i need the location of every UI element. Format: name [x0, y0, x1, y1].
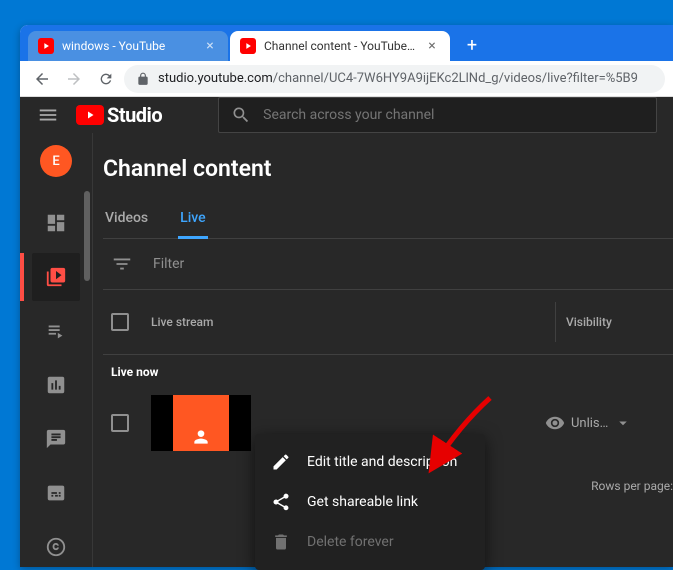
visibility-label: Unlis… — [571, 416, 608, 431]
section-live-now: Live now — [103, 355, 673, 389]
table-header: Live stream Visibility — [103, 289, 673, 355]
lock-icon — [136, 72, 150, 86]
back-button[interactable] — [28, 65, 56, 93]
sidebar-item-subtitles[interactable] — [32, 469, 80, 517]
column-stream[interactable]: Live stream — [151, 315, 565, 329]
content-tabs: Videos Live — [103, 204, 673, 239]
sidebar-item-dashboard[interactable] — [32, 199, 80, 247]
menu-label: Get shareable link — [307, 494, 418, 510]
menu-label: Edit title and description — [307, 454, 457, 470]
logo[interactable]: Studio — [76, 103, 162, 127]
address-bar: studio.youtube.com/channel/UC4-7W6HY9A9i… — [20, 61, 673, 97]
tab-videos[interactable]: Videos — [103, 204, 150, 238]
rows-per-page-label: Rows per page: — [591, 479, 673, 493]
filter-row[interactable]: Filter — [103, 239, 673, 289]
sidebar-item-analytics[interactable] — [32, 361, 80, 409]
browser-tab[interactable]: windows - YouTube × — [28, 31, 228, 61]
reload-button[interactable] — [92, 65, 120, 93]
search-container — [218, 97, 657, 133]
play-icon — [76, 105, 104, 125]
page-title: Channel content — [103, 155, 673, 182]
sidebar: E — [20, 133, 92, 567]
sidebar-item-comments[interactable] — [32, 415, 80, 463]
select-all-checkbox[interactable] — [111, 313, 129, 331]
person-icon — [191, 427, 211, 447]
menu-delete-forever: Delete forever — [255, 522, 485, 562]
trash-icon — [271, 532, 291, 552]
share-icon — [271, 492, 291, 512]
hamburger-icon[interactable] — [36, 103, 60, 127]
close-icon[interactable]: × — [202, 38, 218, 54]
search-box[interactable] — [218, 97, 657, 133]
tab-title: Channel content - YouTube Studio — [264, 39, 416, 53]
filter-label: Filter — [153, 256, 184, 272]
chevron-down-icon — [614, 414, 632, 432]
pencil-icon — [271, 452, 291, 472]
menu-shareable-link[interactable]: Get shareable link — [255, 482, 485, 522]
sidebar-item-playlists[interactable] — [32, 307, 80, 355]
filter-icon — [111, 253, 133, 275]
url-path: /channel/UC4-7W6HY9A9ijEKc2LlNd_g/videos… — [273, 71, 638, 86]
menu-label: Delete forever — [307, 534, 394, 550]
column-visibility[interactable]: Visibility — [555, 302, 665, 342]
tab-strip: windows - YouTube × Channel content - Yo… — [20, 25, 673, 61]
tab-live[interactable]: Live — [178, 204, 207, 238]
new-tab-button[interactable]: + — [458, 31, 486, 59]
search-icon — [231, 105, 251, 125]
stream-thumbnail[interactable] — [151, 395, 251, 451]
browser-tab-active[interactable]: Channel content - YouTube Studio × — [230, 31, 450, 61]
sidebar-item-copyright[interactable] — [32, 523, 80, 567]
url-field[interactable]: studio.youtube.com/channel/UC4-7W6HY9A9i… — [124, 65, 665, 93]
top-bar: Studio — [20, 97, 673, 133]
sidebar-scrollbar[interactable] — [84, 191, 90, 281]
visibility-cell[interactable]: Unlis… — [545, 413, 665, 433]
forward-button[interactable] — [60, 65, 88, 93]
thumbnail-placeholder — [173, 395, 229, 451]
menu-edit-title[interactable]: Edit title and description — [255, 442, 485, 482]
eye-icon — [545, 413, 565, 433]
context-menu: Edit title and description Get shareable… — [255, 434, 485, 570]
youtube-favicon — [38, 38, 54, 54]
avatar[interactable]: E — [40, 145, 72, 177]
url-host: studio.youtube.com — [158, 71, 273, 86]
row-checkbox[interactable] — [111, 414, 129, 432]
youtube-favicon — [240, 38, 256, 54]
tab-title: windows - YouTube — [62, 39, 194, 53]
close-icon[interactable]: × — [424, 38, 440, 54]
search-input[interactable] — [263, 107, 644, 123]
sidebar-item-content[interactable] — [32, 253, 80, 301]
logo-text: Studio — [107, 103, 162, 127]
